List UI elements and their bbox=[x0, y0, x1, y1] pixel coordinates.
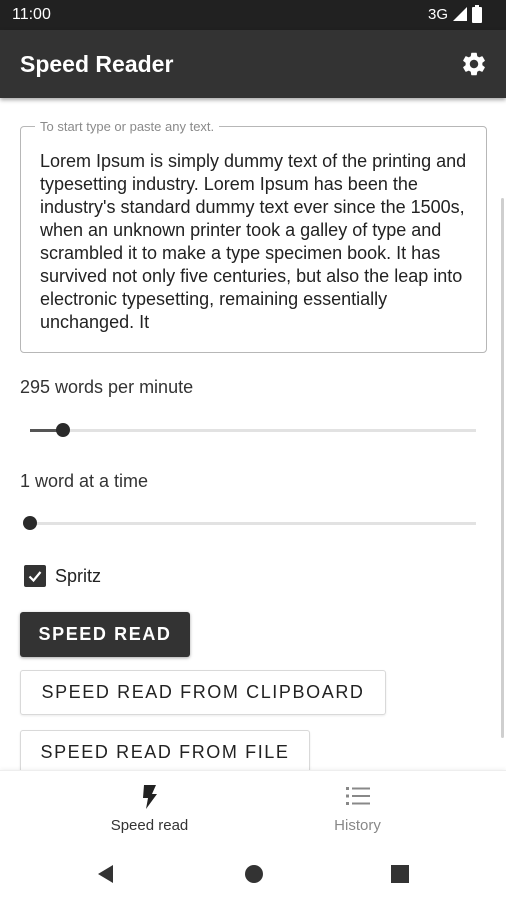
chunk-slider-thumb[interactable] bbox=[23, 516, 37, 530]
status-bar: 11:00 3G bbox=[0, 0, 506, 30]
list-icon bbox=[345, 787, 370, 805]
speed-read-file-button[interactable]: SPEED READ FROM FILE bbox=[20, 730, 310, 770]
speed-slider[interactable] bbox=[30, 421, 476, 441]
spritz-checkbox[interactable] bbox=[24, 565, 46, 587]
text-input-field[interactable]: To start type or paste any text. Lorem I… bbox=[20, 119, 487, 353]
app-title: Speed Reader bbox=[20, 51, 174, 77]
app-bar: Speed Reader bbox=[0, 30, 506, 98]
chunk-slider-track bbox=[30, 522, 476, 525]
text-input-value[interactable]: Lorem Ipsum is simply dummy text of the … bbox=[40, 150, 468, 344]
home-circle-icon bbox=[245, 865, 263, 883]
status-indicators: 3G bbox=[428, 5, 482, 23]
recents-button[interactable] bbox=[386, 860, 414, 888]
recents-square-icon bbox=[391, 865, 409, 883]
speed-slider-thumb[interactable] bbox=[56, 423, 71, 437]
scrollbar[interactable] bbox=[501, 198, 504, 738]
speed-read-clipboard-button[interactable]: SPEED READ FROM CLIPBOARD bbox=[20, 670, 386, 715]
checkmark-icon bbox=[28, 571, 42, 583]
nav-history[interactable]: History bbox=[231, 771, 484, 849]
spritz-label: Spritz bbox=[55, 565, 102, 586]
speed-label: 295 words per minute bbox=[20, 377, 194, 397]
status-time: 11:00 bbox=[12, 6, 51, 23]
main-content: To start type or paste any text. Lorem I… bbox=[0, 98, 506, 770]
text-input-label: To start type or paste any text. bbox=[35, 119, 220, 134]
nav-history-label: History bbox=[334, 817, 381, 834]
gear-icon bbox=[463, 52, 485, 76]
system-navigation-bar bbox=[0, 848, 506, 900]
chunk-slider[interactable] bbox=[23, 514, 476, 534]
signal-icon bbox=[452, 6, 468, 22]
bottom-navigation: Speed read History bbox=[0, 770, 506, 848]
flash-icon bbox=[142, 785, 157, 809]
speed-slider-track bbox=[30, 429, 476, 432]
back-button[interactable] bbox=[92, 860, 120, 888]
spritz-option[interactable]: Spritz bbox=[24, 564, 101, 588]
battery-icon bbox=[472, 5, 482, 23]
speed-read-button[interactable]: SPEED READ bbox=[20, 612, 190, 657]
chunk-label: 1 word at a time bbox=[20, 471, 149, 491]
settings-button[interactable] bbox=[460, 50, 488, 78]
network-type: 3G bbox=[427, 5, 448, 23]
home-button[interactable] bbox=[240, 860, 268, 888]
back-triangle-icon bbox=[98, 865, 113, 883]
